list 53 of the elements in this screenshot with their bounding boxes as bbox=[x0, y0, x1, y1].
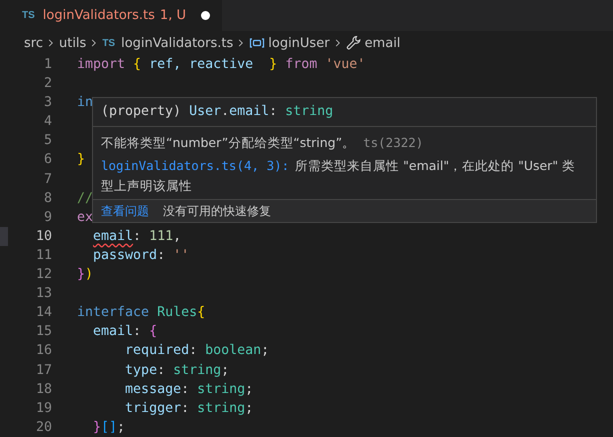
line-number: 13 bbox=[34, 285, 53, 304]
line-number: 17 bbox=[34, 362, 53, 380]
wrench-icon bbox=[346, 35, 362, 51]
code-line: in bbox=[77, 94, 94, 112]
error-code: ts(2322) bbox=[363, 134, 424, 152]
code-line: }[]; bbox=[92, 418, 126, 437]
file-link[interactable]: loginValidators.ts(4, 3): bbox=[101, 158, 290, 173]
breadcrumb-item[interactable]: loginUser bbox=[249, 35, 330, 51]
line-number: 11 bbox=[34, 246, 53, 265]
line-number: 16 bbox=[34, 342, 53, 360]
line-number: 4 bbox=[42, 113, 53, 132]
breadcrumb-item[interactable]: src bbox=[24, 36, 43, 50]
line-number: 3 bbox=[42, 94, 53, 112]
code-line: // bbox=[77, 190, 94, 208]
line-number: 14 bbox=[34, 304, 53, 322]
code-line: type: string; bbox=[124, 362, 230, 380]
no-quick-fix-text: 没有可用的快速修复 bbox=[163, 203, 271, 219]
code-line: interface Rules{ bbox=[77, 304, 206, 322]
typescript-file-icon: TS bbox=[22, 10, 35, 21]
code-line: email: { bbox=[92, 323, 158, 342]
code-line: trigger: string; bbox=[124, 400, 254, 418]
line-number: 7 bbox=[42, 170, 53, 189]
line-number: 1 bbox=[42, 56, 53, 74]
breadcrumb-item[interactable]: email bbox=[346, 35, 400, 51]
typescript-file-icon: TS bbox=[102, 38, 116, 48]
breadcrumb-item[interactable]: TS loginValidators.ts bbox=[102, 36, 234, 50]
editor-tab[interactable]: TS loginValidators.ts 1, U bbox=[0, 0, 222, 31]
code-line: ex bbox=[77, 208, 94, 227]
line-number: 20 bbox=[34, 418, 53, 437]
line-number: 5 bbox=[42, 132, 53, 150]
problem-count: 1, U bbox=[160, 8, 186, 23]
code-line: required: boolean; bbox=[124, 342, 270, 360]
line-number: 6 bbox=[42, 151, 53, 170]
line-number: 12 bbox=[34, 266, 53, 284]
code-line: password: '' bbox=[92, 246, 190, 265]
line-number: 8 bbox=[42, 190, 53, 208]
related-info-text: loginValidators.ts(4, 3): 所需类型来自属性 "email"，在此处的 "User" 类型上声明该属性 bbox=[101, 157, 576, 195]
error-message: 不能将类型“number”分配给类型“string”。 bbox=[101, 134, 356, 152]
code-line: email: 111, bbox=[77, 226, 182, 246]
code-line: import { ref, reactive } from 'vue' bbox=[77, 56, 366, 74]
line-number: 19 bbox=[34, 400, 53, 418]
view-problem-link[interactable]: 查看问题 bbox=[101, 203, 149, 219]
code-line: } bbox=[77, 151, 86, 170]
tab-title: loginValidators.ts bbox=[42, 8, 155, 23]
line-number: 10 bbox=[34, 228, 53, 246]
code-line: }) bbox=[77, 266, 94, 284]
breadcrumb-item[interactable]: utils bbox=[58, 36, 86, 50]
line-number: 2 bbox=[42, 75, 53, 94]
line-number: 9 bbox=[42, 208, 53, 227]
line-number: 15 bbox=[34, 323, 53, 342]
line-number: 18 bbox=[34, 380, 53, 399]
code-line: message: string; bbox=[124, 380, 254, 399]
signature-text: (property) User.email: string bbox=[93, 98, 596, 127]
